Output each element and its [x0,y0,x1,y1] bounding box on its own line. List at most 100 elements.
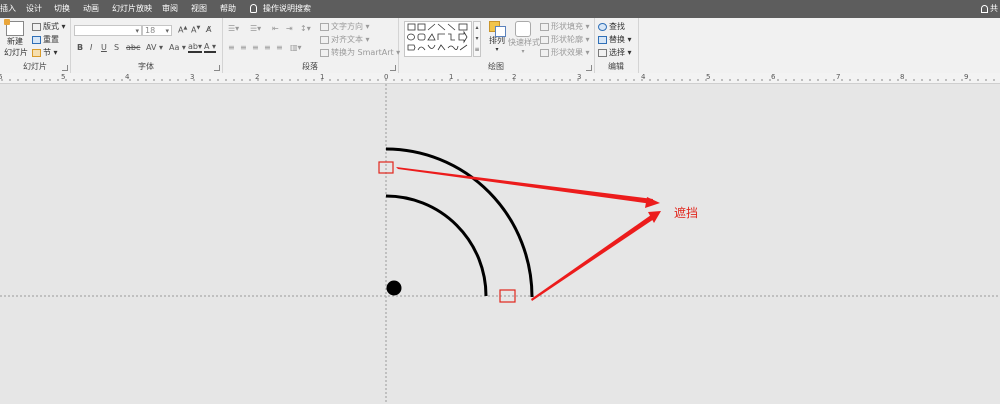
pen-icon [540,35,549,44]
select-button[interactable]: 选择 ▾ [598,47,632,58]
layout-button[interactable]: 版式 ▾ [32,21,66,32]
section-button[interactable]: 节 ▾ [32,47,58,58]
arrange-icon [489,21,506,37]
paint-bucket-icon [540,22,549,31]
ruler-number: 8 [900,73,905,81]
quick-styles-icon [515,21,531,37]
slide-canvas[interactable] [0,84,1000,404]
align-text-icon [320,35,329,44]
group-editing: 查找 替换 ▾ 选择 ▾ 编辑 [594,18,639,73]
text-direction-button[interactable]: 文字方向 ▾ [320,21,370,32]
ruler-number: 2 [255,73,260,81]
align-right-button[interactable]: ≡ [252,43,259,52]
launcher-icon[interactable] [214,65,220,71]
search-icon [598,22,607,31]
replace-button[interactable]: 替换 ▾ [598,34,632,45]
center-dot[interactable] [386,280,402,296]
shape-fill-button[interactable]: 形状填充 ▾ [540,21,590,32]
shape-outline-button[interactable]: 形状轮廓 ▾ [540,34,590,45]
group-label-editing: 编辑 [608,62,624,71]
decrease-indent-button[interactable]: ⇤ [272,24,279,33]
columns-button[interactable]: ▥▾ [290,43,302,52]
shape-effects-button[interactable]: 形状效果 ▾ [540,47,590,58]
arrow-bottom [531,215,654,301]
tab-0[interactable]: 插入 [0,0,16,18]
ruler-number: 3 [190,73,195,81]
new-slide-button[interactable]: 新建 幻灯片 [4,19,28,58]
tab-6[interactable]: 视图 [191,0,207,18]
effects-icon [540,48,549,57]
align-center-button[interactable]: ≡ [240,43,247,52]
numbering-button[interactable]: ☰▾ [250,24,261,33]
align-left-button[interactable]: ≡ [228,43,235,52]
font-color-button[interactable]: A ▾ [204,42,217,53]
tab-2[interactable]: 切换 [54,0,70,18]
tab-3[interactable]: 动画 [83,0,99,18]
arrow-top [396,167,653,204]
ruler-number: 9 [964,73,969,81]
inner-arc[interactable] [385,194,488,297]
decrease-font-button[interactable]: A▼ [191,25,200,35]
outer-arc[interactable] [385,147,534,298]
increase-font-button[interactable]: A▲ [178,25,187,35]
highlight-button[interactable]: ab▾ [188,42,202,53]
ruler-number: 4 [125,73,130,81]
line-spacing-button[interactable]: ↕▾ [300,24,311,33]
ruler-number: 2 [512,73,517,81]
chevron-down-icon: ▾ [165,27,169,35]
user-icon [981,4,988,13]
launcher-icon[interactable] [390,65,396,71]
spacing-button[interactable]: AV ▾ [146,43,163,52]
launcher-icon[interactable] [62,65,68,71]
tell-me-search[interactable]: 操作说明搜索 [250,0,311,18]
tab-5[interactable]: 审阅 [162,0,178,18]
ruler-number: 0 [384,73,389,81]
ruler-number: 4 [641,73,646,81]
ribbon: 新建 幻灯片 版式 ▾ 重置 节 ▾ 幻灯片 ▾ 18 ▾ A▲ A▼ A̸ B … [0,18,1000,74]
shadow-button[interactable]: S [114,43,119,52]
increase-indent-button[interactable]: ⇥ [286,24,293,33]
tab-1[interactable]: 设计 [26,0,42,18]
replace-icon [598,35,607,44]
group-label-drawing: 绘图 [488,62,504,71]
highlight-box-top [378,161,394,174]
clear-format-icon[interactable]: A̸ [206,25,211,34]
group-drawing: ▴ ▾ ≡ 排列 ▾ 快速样式 ▾ 形状填充 ▾ 形状轮廓 ▾ 形状效果 ▾ 绘图 [398,18,595,73]
find-button[interactable]: 查找 [598,21,625,32]
tab-7[interactable]: 帮助 [220,0,236,18]
change-case-button[interactable]: Aa ▾ [169,43,186,52]
ruler-number: 5 [61,73,66,81]
convert-smartart-button[interactable]: 转换为 SmartArt ▾ [320,47,400,58]
slide-drawing [0,84,1000,404]
lightbulb-icon [250,4,257,13]
arrow-top-head [645,197,660,208]
arrange-button[interactable]: 排列 ▾ [486,21,508,53]
ruler-number: 6 [0,73,3,81]
tab-4[interactable]: 幻灯片放映 [112,0,152,18]
group-paragraph: ☰▾ ☰▾ ⇤ ⇥ ↕▾ ≡ ≡ ≡ ≡ ≡ ▥▾ 文字方向 ▾ 对齐文本 ▾ … [222,18,400,73]
font-size-combo[interactable]: 18 ▾ [142,25,172,36]
align-text-button[interactable]: 对齐文本 ▾ [320,34,370,45]
ruler-ticks [1,79,995,81]
share-button[interactable]: 共 [981,0,998,18]
underline-button[interactable]: U [101,43,107,52]
bold-button[interactable]: B [77,43,83,52]
ruler-number: 5 [706,73,711,81]
group-font: ▾ 18 ▾ A▲ A▼ A̸ B I U S abc AV ▾ Aa ▾ ab▾… [70,18,223,73]
ruler-number: 1 [320,73,325,81]
justify-button[interactable]: ≡ [264,43,271,52]
italic-button[interactable]: I [90,43,92,52]
group-label-paragraph: 段落 [302,62,318,71]
horizontal-ruler: 6 5 4 3 2 1 0 1 2 3 4 5 6 7 8 9 [0,73,1000,84]
shapes-gallery[interactable] [404,21,472,57]
reset-button[interactable]: 重置 [32,34,59,45]
group-label-font: 字体 [138,62,154,71]
quick-styles-button[interactable]: 快速样式 ▾ [508,21,540,55]
shapes-scroll[interactable]: ▴ ▾ ≡ [473,21,481,57]
font-name-combo[interactable]: ▾ [74,25,142,36]
launcher-icon[interactable] [586,65,592,71]
bullets-button[interactable]: ☰▾ [228,24,239,33]
cursor-icon [598,48,607,57]
distribute-button[interactable]: ≡ [276,43,283,52]
strikethrough-button[interactable]: abc [126,43,140,52]
